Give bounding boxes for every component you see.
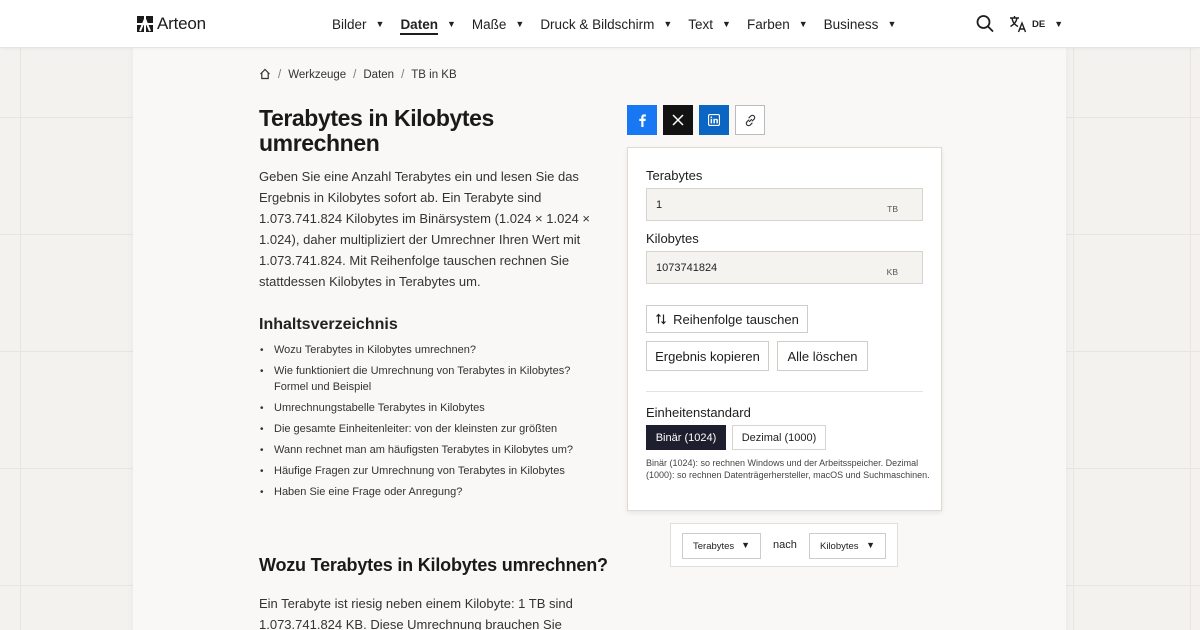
toc-link[interactable]: Haben Sie eine Frage oder Anregung? (260, 485, 604, 501)
toc-link[interactable]: Wozu Terabytes in Kilobytes umrechnen? (260, 343, 604, 359)
caret-down-icon: ▼ (515, 19, 525, 29)
nav-item-masse[interactable]: Maße ▼ (472, 0, 524, 48)
swap-arrows-icon (656, 313, 667, 325)
breadcrumb-werkzeuge[interactable]: Werkzeuge (288, 69, 346, 81)
nav-label: Daten (400, 16, 438, 32)
caret-down-icon: ▼ (375, 19, 385, 29)
page-title: Terabytes in Kilobytes umrechnen (259, 105, 494, 156)
unit-pair-selector: Terabytes ▼ nach Kilobytes ▼ (670, 523, 898, 567)
toc-link[interactable]: Die gesamte Einheitenleiter: von der kle… (260, 422, 604, 438)
nav-label: Business (823, 16, 879, 32)
section-heading: Wozu Terabytes in Kilobytes umrechnen? (259, 555, 608, 575)
nav-label: Farben (746, 16, 790, 32)
caret-down-icon: ▼ (866, 540, 875, 550)
toc-link[interactable]: Wie funktioniert die Umrechnung von Tera… (260, 364, 604, 395)
terabytes-input[interactable] (656, 199, 856, 211)
kilobytes-field[interactable]: KB (646, 251, 923, 284)
copy-result-button[interactable]: Ergebnis kopieren (646, 341, 769, 371)
nav-label: Bilder (332, 16, 367, 32)
unit-standard-note: Binär (1024): so rechnen Windows und der… (646, 458, 930, 480)
unit-standard-heading: Einheitenstandard (646, 405, 751, 420)
unit-suffix: KB (886, 267, 898, 277)
translate-icon (1010, 16, 1027, 33)
brand-name: Arteon (157, 14, 206, 33)
table-of-contents: Wozu Terabytes in Kilobytes umrechnen? W… (260, 343, 604, 506)
toc-link[interactable]: Umrechnungstabelle Terabytes in Kilobyte… (260, 401, 604, 417)
arteon-logo-icon (137, 16, 153, 32)
caret-down-icon: ▼ (722, 19, 731, 29)
linkedin-icon (708, 114, 720, 126)
caret-down-icon: ▼ (798, 19, 808, 29)
breadcrumb-separator: / (353, 69, 357, 81)
nav-item-bilder[interactable]: Bilder ▼ (332, 0, 384, 48)
share-facebook-button[interactable] (627, 105, 657, 135)
nav-label: Maße (471, 16, 507, 32)
nav-item-text[interactable]: Text ▼ (688, 0, 731, 48)
language-code: DE (1032, 18, 1046, 30)
language-switcher[interactable]: DE ▼ (1009, 15, 1063, 33)
breadcrumb-separator: / (401, 69, 405, 81)
caret-down-icon: ▼ (1054, 19, 1064, 29)
from-label: Terabytes (646, 168, 703, 183)
breadcrumb-current: TB in KB (411, 69, 457, 81)
breadcrumb-daten[interactable]: Daten (363, 69, 394, 81)
toc-link[interactable]: Häufige Fragen zur Umrechnung von Teraby… (260, 464, 604, 480)
top-header: Arteon Bilder ▼ Daten ▼ Maße ▼ Druck & Bild… (0, 0, 1200, 48)
facebook-icon (639, 114, 646, 127)
search-icon (976, 15, 994, 32)
caret-down-icon: ▼ (887, 19, 897, 29)
toc-heading: Inhaltsverzeichnis (259, 316, 398, 333)
nav-item-business[interactable]: Business ▼ (824, 0, 897, 48)
breadcrumb: / Werkzeuge / Daten / TB in KB (259, 68, 457, 81)
standard-decimal-toggle[interactable]: Dezimal (1000) (732, 425, 826, 450)
kilobytes-input[interactable] (656, 262, 856, 274)
home-icon[interactable] (259, 68, 271, 80)
main-nav: Bilder ▼ Daten ▼ Maße ▼ Druck & Bildschirm ▼… (332, 0, 912, 48)
connector-label: nach (773, 539, 797, 551)
nav-item-druck[interactable]: Druck & Bildschirm ▼ (540, 0, 672, 48)
section-paragraph: Ein Terabyte ist riesig neben einem Kilo… (259, 596, 573, 630)
nav-label: Druck & Bildschirm (540, 16, 655, 32)
from-unit-value: Terabytes (693, 540, 735, 552)
standard-binary-toggle[interactable]: Binär (1024) (646, 425, 726, 450)
converter-panel: Terabytes TB Kilobytes KB Reihenfolge ta… (627, 147, 942, 511)
unit-suffix: TB (887, 204, 898, 214)
swap-order-button[interactable]: Reihenfolge tauschen (646, 305, 808, 333)
to-unit-value: Kilobytes (820, 540, 859, 552)
swap-order-label: Reihenfolge tauschen (673, 311, 799, 327)
search-button[interactable] (976, 14, 994, 34)
toc-link[interactable]: Wann rechnet man am häufigsten Terabytes… (260, 443, 604, 459)
share-bar (627, 105, 771, 135)
caret-down-icon: ▼ (663, 19, 673, 29)
link-icon (745, 114, 755, 126)
copy-link-button[interactable] (735, 105, 765, 135)
intro-paragraph: Geben Sie eine Anzahl Terabytes ein und … (259, 169, 590, 289)
divider (646, 391, 923, 392)
from-unit-select[interactable]: Terabytes ▼ (682, 533, 761, 559)
to-unit-select[interactable]: Kilobytes ▼ (809, 533, 886, 559)
nav-item-farben[interactable]: Farben ▼ (747, 0, 808, 48)
nav-label: Text (688, 16, 714, 32)
nav-item-daten[interactable]: Daten ▼ (400, 0, 455, 48)
share-linkedin-button[interactable] (699, 105, 729, 135)
terabytes-field[interactable]: TB (646, 188, 923, 221)
caret-down-icon: ▼ (741, 540, 750, 550)
x-icon (672, 114, 684, 126)
brand-logo[interactable]: Arteon (137, 14, 206, 34)
clear-all-button[interactable]: Alle löschen (777, 341, 868, 371)
breadcrumb-separator: / (278, 69, 282, 81)
caret-down-icon: ▼ (446, 19, 456, 29)
share-x-button[interactable] (663, 105, 693, 135)
to-label: Kilobytes (646, 231, 699, 246)
